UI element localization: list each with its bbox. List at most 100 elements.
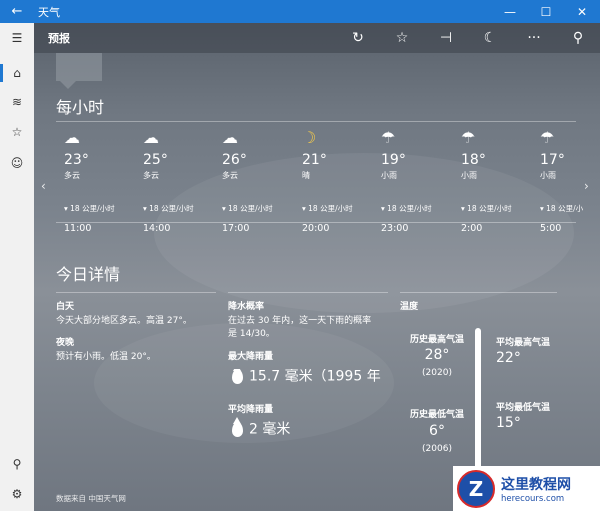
night-label: 夜晚 — [56, 338, 75, 348]
precip-text: 是 14/30。 — [228, 329, 275, 339]
maximize-button[interactable]: ☐ — [528, 5, 564, 19]
hourly-condition: 晴 — [302, 171, 310, 180]
divider — [56, 222, 576, 223]
hourly-item[interactable]: ☁ 25° 多云 ▾ 18 公里/小时 14:00 — [143, 126, 213, 234]
hourly-wind: ▾ 18 公里/小时 — [302, 204, 353, 213]
light-rain-icon: ☂ — [461, 128, 476, 147]
hamburger-menu-icon[interactable]: ☰ — [0, 25, 34, 51]
hourly-time: 2:00 — [461, 223, 483, 234]
chart-icon[interactable]: ≋ — [0, 89, 34, 115]
night-text: 预计有小雨。低温 20°。 — [56, 352, 156, 362]
hourly-wind: ▾ 18 公里/小时 — [381, 204, 432, 213]
hourly-item[interactable]: ☂ 18° 小雨 ▾ 18 公里/小时 2:00 — [461, 126, 531, 234]
minimize-button[interactable]: — — [492, 5, 528, 19]
smiley-icon[interactable]: ☺ — [0, 150, 34, 176]
day-text: 今天大部分地区多云。高温 27°。 — [56, 316, 192, 326]
search-icon[interactable]: ⚲ — [556, 30, 600, 46]
hourly-temp: 18° — [461, 152, 486, 168]
hourly-temp: 26° — [222, 152, 247, 168]
avg-rain-row: 2 毫米 — [232, 417, 291, 438]
hourly-wind: ▾ 18 公里/小 — [540, 204, 584, 213]
light-rain-icon: ☂ — [381, 128, 396, 147]
divider — [56, 292, 216, 293]
hourly-condition: 小雨 — [540, 171, 556, 180]
cloudy-icon: ☁ — [64, 128, 80, 147]
hist-low-label: 历史最低气温 — [409, 410, 464, 420]
more-options-icon[interactable]: ··· — [512, 30, 556, 46]
hourly-condition: 小雨 — [381, 171, 397, 180]
hourly-time: 5:00 — [540, 223, 562, 234]
hourly-temp: 21° — [302, 152, 327, 168]
hourly-temp: 25° — [143, 152, 168, 168]
avg-rain-label: 平均降雨量 — [228, 405, 274, 415]
prev-arrow-icon[interactable]: ‹ — [41, 179, 46, 193]
hourly-time: 17:00 — [222, 223, 250, 234]
avg-low-value: 15° — [496, 415, 521, 431]
avg-high-label: 平均最高气温 — [496, 338, 551, 348]
hourly-item[interactable]: ☂ 17° 小雨 ▾ 18 公里/小 5:00 — [540, 126, 586, 234]
account-icon[interactable]: ⚲ — [0, 451, 34, 477]
hourly-temp: 23° — [64, 152, 89, 168]
title-bar: ← 天气 — ☐ ✕ — [0, 0, 600, 23]
hourly-condition: 多云 — [143, 171, 159, 180]
favorites-list-icon[interactable]: ☆ — [0, 119, 34, 145]
moon-icon: ☽ — [302, 128, 317, 147]
favorite-star-icon[interactable]: ☆ — [380, 30, 424, 46]
avg-rain-value: 2 毫米 — [249, 421, 291, 438]
precip-label: 降水概率 — [228, 302, 265, 312]
max-rain-value: 15.7 毫米（1995 年 — [249, 369, 381, 384]
cloudy-icon: ☁ — [143, 128, 159, 147]
hourly-time: 11:00 — [64, 223, 92, 234]
hourly-time: 23:00 — [381, 223, 409, 234]
back-button[interactable]: ← — [0, 4, 34, 19]
hist-high-value: 28° — [424, 347, 450, 363]
watermark-text: 这里教程网 herecours.com — [501, 474, 571, 504]
hourly-wind: ▾ 18 公里/小时 — [222, 204, 273, 213]
hourly-time: 14:00 — [143, 223, 171, 234]
water-drop-icon — [232, 369, 243, 384]
toolbar: 预报 ↻ ☆ ⊣ ☾ ··· ⚲ — [34, 23, 600, 53]
water-drop-icon — [232, 417, 243, 437]
watermark-url: herecours.com — [501, 493, 565, 504]
hist-low-value: 6° — [429, 423, 445, 439]
day-label: 白天 — [56, 302, 75, 312]
max-rain-row: 15.7 毫米（1995 年 — [232, 369, 392, 384]
divider — [228, 292, 388, 293]
watermark-name: 这里教程网 — [501, 476, 571, 493]
refresh-icon[interactable]: ↻ — [336, 30, 380, 46]
cloudy-icon: ☁ — [222, 128, 238, 147]
hourly-item[interactable]: ☁ 26° 多云 ▾ 18 公里/小时 17:00 — [222, 126, 292, 234]
hourly-heading: 每小时 — [56, 98, 105, 117]
thermometer-icon — [475, 328, 481, 478]
hist-low-year: (2006) — [422, 444, 452, 454]
sidebar: ☰ ⌂ ≋ ☆ ☺ ⚲ ⚙ — [0, 23, 34, 511]
home-icon[interactable]: ⌂ — [0, 60, 34, 86]
temperature-label: 温度 — [400, 302, 419, 312]
settings-gear-icon[interactable]: ⚙ — [0, 481, 34, 507]
light-rain-icon: ☂ — [540, 128, 555, 147]
avg-low-label: 平均最低气温 — [496, 403, 551, 413]
hist-high-label: 历史最高气温 — [409, 335, 464, 345]
hourly-wind: ▾ 18 公里/小时 — [461, 204, 512, 213]
hourly-item[interactable]: ☂ 19° 小雨 ▾ 18 公里/小时 23:00 — [381, 126, 451, 234]
max-rain-label: 最大降雨量 — [228, 352, 274, 362]
hourly-temp: 17° — [540, 152, 565, 168]
hourly-condition: 多云 — [64, 171, 80, 180]
hourly-item[interactable]: ☽ 21° 晴 ▾ 18 公里/小时 20:00 — [302, 126, 372, 234]
hourly-item[interactable]: ☁ 23° 多云 ▾ 18 公里/小时 11:00 — [64, 126, 134, 234]
watermark-logo-icon: Z — [457, 469, 495, 508]
pin-icon[interactable]: ⊣ — [424, 30, 468, 46]
hourly-wind: ▾ 18 公里/小时 — [143, 204, 194, 213]
divider — [56, 121, 576, 122]
details-heading: 今日详情 — [56, 265, 121, 284]
hourly-wind: ▾ 18 公里/小时 — [64, 204, 115, 213]
precip-text: 在过去 30 年内，这一天下雨的概率 — [228, 316, 372, 326]
close-button[interactable]: ✕ — [564, 5, 600, 19]
data-source[interactable]: 数据来自 中国天气网 — [56, 493, 126, 504]
hourly-time: 20:00 — [302, 223, 330, 234]
hourly-forecast: ☁ 23° 多云 ▾ 18 公里/小时 11:00 ☁ 25° 多云 ▾ 18 … — [56, 126, 586, 246]
hist-high-year: (2020) — [422, 368, 452, 378]
night-mode-icon[interactable]: ☾ — [468, 30, 512, 46]
divider — [400, 292, 557, 293]
watermark: Z 这里教程网 herecours.com — [453, 466, 600, 511]
